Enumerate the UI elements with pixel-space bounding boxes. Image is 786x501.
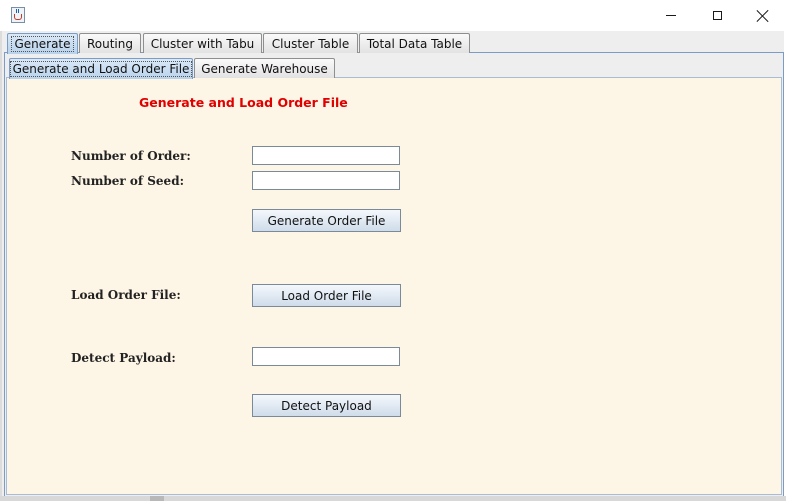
number-of-order-input[interactable] (252, 146, 400, 165)
bottom-edge-segment (150, 496, 164, 501)
title-bar (0, 0, 786, 31)
tab-generate[interactable]: Generate (7, 33, 78, 54)
number-of-seed-label: Number of Seed: (71, 174, 185, 188)
detect-payload-button[interactable]: Detect Payload (252, 394, 401, 417)
minimize-icon (666, 15, 676, 16)
tab-generate-warehouse-label: Generate Warehouse (201, 61, 328, 76)
tab-routing-label: Routing (86, 36, 133, 51)
tab-cluster-table-label: Cluster Table (271, 36, 350, 51)
maximize-icon (712, 11, 722, 20)
load-order-file-button[interactable]: Load Order File (252, 284, 401, 307)
number-of-seed-input[interactable] (252, 171, 400, 190)
tab-generate-warehouse[interactable]: Generate Warehouse (194, 58, 335, 78)
tab-generate-and-load-order-file-label: Generate and Load Order File (9, 61, 193, 77)
tab-total-data-table-label: Total Data Table (366, 36, 463, 51)
detect-payload-label: Detect Payload: (71, 351, 176, 365)
sub-tab-bar: Generate and Load Order File Generate Wa… (0, 58, 786, 79)
main-tab-bar: Generate Routing Cluster with Tabu Clust… (0, 33, 786, 54)
tab-total-data-table[interactable]: Total Data Table (359, 33, 470, 53)
bottom-edge (0, 496, 786, 501)
minimize-button[interactable] (648, 0, 694, 31)
tab-cluster-with-tabu[interactable]: Cluster with Tabu (143, 33, 262, 53)
maximize-button[interactable] (694, 0, 740, 31)
number-of-order-label: Number of Order: (71, 149, 191, 163)
tab-cluster-table[interactable]: Cluster Table (263, 33, 358, 53)
tab-generate-label: Generate (11, 36, 74, 52)
tab-generate-and-load-order-file[interactable]: Generate and Load Order File (9, 58, 193, 79)
tab-routing[interactable]: Routing (79, 33, 141, 53)
close-icon (757, 10, 769, 22)
panel-heading: Generate and Load Order File (139, 95, 348, 110)
detect-payload-input[interactable] (252, 347, 400, 366)
close-button[interactable] (740, 0, 786, 31)
tab-cluster-with-tabu-label: Cluster with Tabu (150, 36, 255, 51)
generate-order-file-button[interactable]: Generate Order File (252, 209, 401, 232)
load-order-file-label: Load Order File: (71, 288, 181, 302)
java-cup-icon (11, 7, 25, 23)
